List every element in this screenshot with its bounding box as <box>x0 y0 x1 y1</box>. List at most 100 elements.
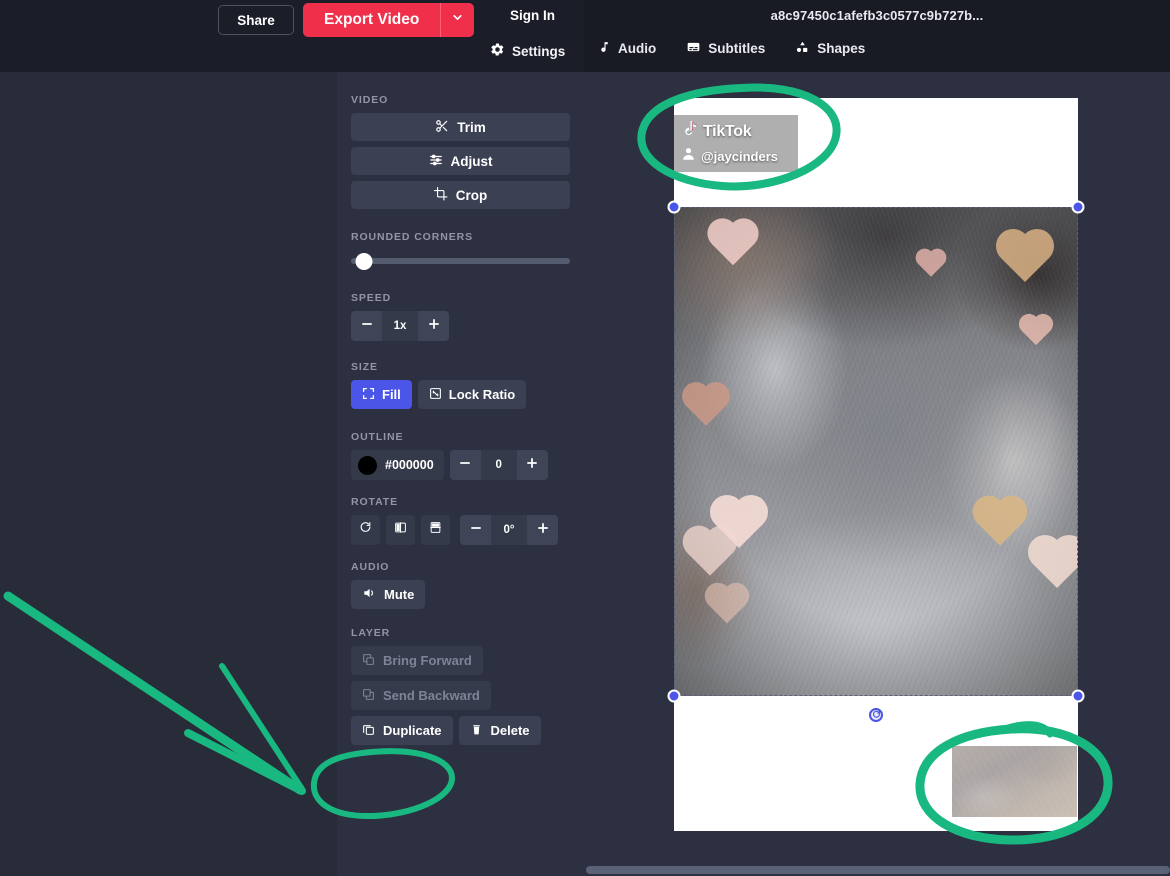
send-backward-button[interactable]: Send Backward <box>351 681 491 710</box>
flip-vertical-button[interactable] <box>421 515 450 545</box>
export-options-dropdown[interactable] <box>440 3 475 37</box>
top-bar-left: Share Export Video Sign In Settings <box>0 0 584 72</box>
tab-shapes-label: Shapes <box>817 41 866 56</box>
outline-color-swatch <box>358 455 377 475</box>
selection-handle-bottom-left[interactable] <box>667 689 681 703</box>
tab-audio[interactable]: Audio <box>598 40 656 57</box>
sliders-icon <box>429 153 443 170</box>
section-speed-heading: SPEED <box>351 292 392 304</box>
section-rotate-heading: ROTATE <box>351 496 399 508</box>
sign-in-button[interactable]: Sign In <box>510 8 555 23</box>
section-video-heading: VIDEO <box>351 94 389 106</box>
minus-icon <box>360 316 374 336</box>
speaker-icon <box>362 586 376 603</box>
speed-decrement-button[interactable] <box>351 311 382 341</box>
crop-button[interactable]: Crop <box>351 181 570 209</box>
top-bar-right: a8c97450c1afefb3c0577c9b727b... Audio Su… <box>584 0 1170 72</box>
share-button[interactable]: Share <box>218 5 294 35</box>
settings-label: Settings <box>512 43 566 59</box>
size-controls: Fill Lock Ratio <box>351 380 570 409</box>
minus-icon <box>458 455 472 475</box>
delete-label: Delete <box>490 723 530 738</box>
tiktok-handle-label: @jaycinders <box>701 148 778 164</box>
tiktok-brand-row: TikTok <box>681 120 791 144</box>
trim-button[interactable]: Trim <box>351 113 570 141</box>
mute-button[interactable]: Mute <box>351 580 426 609</box>
rotate-angle-stepper: 0° <box>460 515 558 545</box>
speed-stepper: 1x <box>351 311 449 341</box>
tiktok-brand-label: TikTok <box>703 123 752 140</box>
plus-icon <box>427 316 441 336</box>
speed-value: 1x <box>393 320 407 332</box>
trash-icon <box>470 723 483 739</box>
video-editor-app: Share Export Video Sign In Settings a8c9… <box>0 0 1170 876</box>
video-clip-vignette <box>674 207 1078 696</box>
shapes-icon <box>795 40 810 57</box>
bottom-thumbnail[interactable] <box>952 746 1077 817</box>
layer-action-row: Duplicate Delete <box>351 716 570 751</box>
rotate-controls: 0° <box>351 515 570 545</box>
rounded-corners-slider[interactable] <box>351 250 570 272</box>
selection-handle-bottom-right[interactable] <box>1071 689 1085 703</box>
delete-button[interactable]: Delete <box>458 716 541 745</box>
mute-label: Mute <box>384 587 415 602</box>
video-stage[interactable]: TikTok @jaycinders <box>667 98 1085 831</box>
tiktok-handle-row: @jaycinders <box>681 146 791 166</box>
person-icon <box>681 146 696 166</box>
outline-decrement-button[interactable] <box>449 450 481 480</box>
fill-label: Fill <box>382 387 401 402</box>
trim-label: Trim <box>457 119 486 135</box>
rotate-increment-button[interactable] <box>527 515 558 545</box>
bring-forward-button[interactable]: Bring Forward <box>351 646 483 675</box>
export-video-label: Export Video <box>324 11 420 28</box>
minus-icon <box>469 520 483 540</box>
bring-forward-icon <box>362 653 375 669</box>
duplicate-button[interactable]: Duplicate <box>351 716 453 745</box>
section-size-heading: SIZE <box>351 361 378 373</box>
project-title: a8c97450c1afefb3c0577c9b727b... <box>770 8 984 23</box>
duplicate-label: Duplicate <box>383 723 442 738</box>
flip-vertical-icon <box>429 521 442 539</box>
bottom-thumbnail-texture <box>952 746 1077 817</box>
selection-handle-top-right[interactable] <box>1071 200 1085 214</box>
subtitles-icon <box>686 40 701 57</box>
outline-color-picker[interactable]: #000000 <box>351 450 444 480</box>
tab-subtitles-label: Subtitles <box>708 41 766 56</box>
speed-increment-button[interactable] <box>418 311 449 341</box>
lock-ratio-label: Lock Ratio <box>448 387 516 402</box>
tab-shapes[interactable]: Shapes <box>795 40 865 57</box>
properties-panel: VIDEO Trim Adjust Crop ROUNDED CORNERS S… <box>337 72 584 876</box>
outline-increment-button[interactable] <box>516 450 548 480</box>
settings-button[interactable]: Settings <box>490 42 565 60</box>
canvas-preview-area[interactable]: TikTok @jaycinders <box>584 72 1170 876</box>
plus-icon <box>536 520 550 540</box>
outline-controls: #000000 0 <box>351 450 570 480</box>
lock-ratio-icon <box>429 387 442 403</box>
outline-width-value: 0 <box>495 459 502 471</box>
music-note-icon <box>598 40 611 57</box>
bring-forward-label: Bring Forward <box>383 653 472 668</box>
rotate-ccw-icon <box>359 521 372 539</box>
rotate-ccw-button[interactable] <box>351 515 380 545</box>
lock-ratio-button[interactable]: Lock Ratio <box>417 380 527 409</box>
rounded-corners-slider-knob[interactable] <box>355 253 373 270</box>
export-video-button[interactable]: Export Video <box>303 3 441 37</box>
outline-width-stepper: 0 <box>449 450 548 480</box>
scissors-icon <box>435 119 449 136</box>
fill-button[interactable]: Fill <box>351 380 412 409</box>
top-bar: Share Export Video Sign In Settings a8c9… <box>0 0 1170 72</box>
video-clip[interactable] <box>674 207 1078 696</box>
horizontal-scrollbar-thumb[interactable] <box>586 866 1170 874</box>
adjust-button[interactable]: Adjust <box>351 147 570 175</box>
export-video-group: Export Video <box>303 3 475 37</box>
crop-icon <box>433 186 448 204</box>
selection-handle-top-left[interactable] <box>667 200 681 214</box>
rotate-decrement-button[interactable] <box>460 515 491 545</box>
outline-color-value: #000000 <box>385 458 434 472</box>
tab-subtitles[interactable]: Subtitles <box>686 40 765 57</box>
rotate-handle[interactable] <box>869 708 883 722</box>
tiktok-logo-icon <box>681 120 698 144</box>
flip-horizontal-button[interactable] <box>386 515 415 545</box>
share-button-label: Share <box>237 12 275 28</box>
tab-audio-label: Audio <box>618 41 657 56</box>
